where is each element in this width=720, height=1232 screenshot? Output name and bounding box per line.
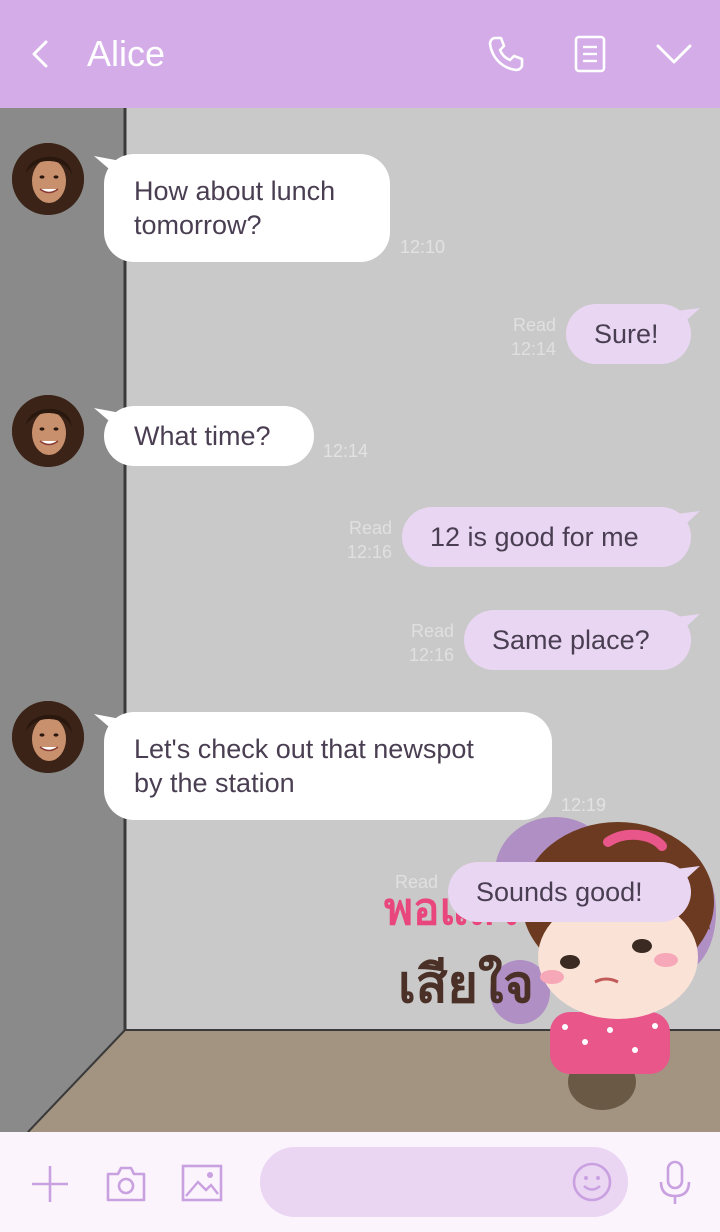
chat-header: Alice: [0, 0, 720, 108]
sticker[interactable]: พอแล้ว เสียใจ: [380, 812, 720, 1122]
memo-icon[interactable]: [572, 34, 608, 74]
bubble-tail: [668, 614, 700, 636]
message-time: 12:14: [323, 441, 369, 461]
smiley-icon[interactable]: [571, 1161, 613, 1203]
read-label: Read: [348, 518, 392, 538]
message-text: by the station: [134, 768, 295, 798]
image-icon[interactable]: [180, 1162, 224, 1204]
bubble-tail: [668, 866, 700, 888]
message-bubble[interactable]: 12 is good for me: [402, 507, 691, 567]
phone-icon[interactable]: [486, 34, 526, 74]
avatar[interactable]: [12, 701, 84, 773]
avatar-photo: [12, 143, 84, 215]
message-bubble[interactable]: What time?: [104, 406, 314, 466]
message-time: 12:10: [400, 237, 446, 257]
chevron-left-icon[interactable]: [26, 36, 58, 72]
read-receipt: Read 12:16: [316, 516, 392, 564]
read-label: Read: [512, 315, 556, 335]
chevron-down-icon[interactable]: [654, 38, 694, 70]
avatar-photo: [12, 395, 84, 467]
read-receipt: Read 12:16: [378, 619, 454, 667]
message-time: 12:16: [408, 645, 454, 665]
microphone-icon[interactable]: [656, 1160, 694, 1206]
chat-title[interactable]: Alice: [87, 32, 165, 76]
bubble-tail: [668, 308, 700, 330]
camera-icon[interactable]: [104, 1162, 148, 1204]
message-text: Let's check out that newspot: [134, 734, 474, 764]
read-receipt: Read 12:14: [480, 313, 556, 361]
message-text: Same place?: [492, 625, 650, 655]
sticker-girl: [522, 822, 714, 1074]
read-label: Read: [410, 621, 454, 641]
message-time: 12:14: [510, 339, 556, 359]
message-bubble[interactable]: Sounds good!: [448, 862, 691, 922]
avatar-photo: [12, 701, 84, 773]
message-time: 12:16: [346, 542, 392, 562]
message-text: How about lunch: [134, 176, 336, 206]
message-text: What time?: [134, 421, 271, 451]
message-text: 12 is good for me: [430, 522, 639, 552]
avatar[interactable]: [12, 395, 84, 467]
avatar[interactable]: [12, 143, 84, 215]
message-bubble[interactable]: Same place?: [464, 610, 691, 670]
message-text: tomorrow?: [134, 210, 262, 240]
message-bubble[interactable]: Let's check out that newspot by the stat…: [104, 712, 552, 820]
read-label: Read: [394, 872, 438, 892]
message-bubble[interactable]: How about lunch tomorrow?: [104, 154, 390, 262]
plus-icon[interactable]: [28, 1162, 72, 1206]
bubble-tail: [668, 511, 700, 533]
message-text: Sure!: [594, 319, 659, 349]
sticker-text-2: เสียใจ: [398, 954, 534, 1015]
message-text: Sounds good!: [476, 877, 643, 907]
